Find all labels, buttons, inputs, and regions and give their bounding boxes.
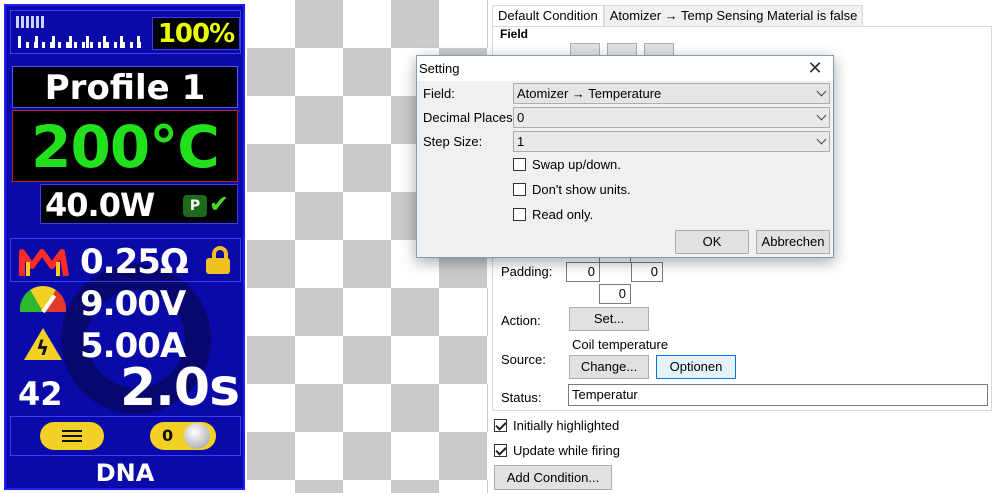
- add-condition-button[interactable]: Add Condition...: [494, 465, 612, 490]
- toggle-knob: [184, 423, 210, 449]
- decimal-places-value: 0: [517, 110, 525, 125]
- ok-button[interactable]: OK: [675, 230, 749, 254]
- decimal-places-select[interactable]: 0: [513, 107, 830, 128]
- padding-bottom-input[interactable]: 0: [599, 284, 631, 304]
- device-preview[interactable]: 100% Profile 1 200°C 40.0W P ✔ 0.25Ω 9.0…: [4, 4, 245, 490]
- chevron-down-icon: [816, 134, 827, 145]
- padding-label: Padding:: [501, 264, 553, 279]
- lock-open-icon: [204, 244, 234, 276]
- step-size-label: Step Size:: [423, 134, 483, 149]
- voltage-readout: 9.00V: [80, 284, 186, 324]
- menu-icon[interactable]: [40, 422, 104, 450]
- checkbox-box[interactable]: [513, 158, 526, 171]
- battery-ruler: [18, 36, 146, 48]
- condition-tabs: Default Condition Atomizer → Temp Sensin…: [492, 5, 864, 27]
- battery-percent: 100%: [152, 17, 240, 50]
- checkbox-box[interactable]: [513, 183, 526, 196]
- change-source-button[interactable]: Change...: [569, 355, 649, 379]
- temperature-readout: 200°C: [12, 110, 238, 182]
- setting-dialog: Setting ✕ Field: Atomizer → Temperature …: [416, 55, 834, 258]
- options-button[interactable]: Optionen: [656, 355, 736, 379]
- profile-name: Profile 1: [12, 66, 238, 108]
- gauge-icon: [20, 286, 66, 312]
- status-input[interactable]: Temperatur: [568, 384, 988, 406]
- field-label: Field:: [423, 86, 455, 101]
- field-select-value: Atomizer → Temperature: [517, 86, 662, 101]
- chevron-down-icon: [816, 110, 827, 121]
- check-icon: ✔: [209, 190, 230, 218]
- brand-label: DNA: [95, 459, 155, 487]
- toggle-icon[interactable]: 0: [150, 422, 216, 450]
- initially-highlighted-checkbox[interactable]: Initially highlighted: [494, 418, 619, 433]
- wattage-readout: 40.0W: [45, 186, 155, 224]
- read-only-label: Read only.: [532, 207, 594, 222]
- update-while-firing-label: Update while firing: [513, 443, 620, 458]
- checkbox-box[interactable]: [494, 444, 507, 457]
- dont-show-units-checkbox[interactable]: Don't show units.: [513, 182, 631, 197]
- source-name: Coil temperature: [572, 337, 669, 352]
- dont-show-units-label: Don't show units.: [532, 182, 631, 197]
- field-select[interactable]: Atomizer → Temperature: [513, 83, 830, 104]
- cancel-button[interactable]: Abbrechen: [756, 230, 830, 254]
- field-heading: Field: [500, 27, 529, 41]
- padding-right-input[interactable]: 0: [631, 262, 663, 282]
- preheat-icon: P: [183, 195, 207, 217]
- chevron-down-icon: [816, 86, 827, 97]
- resistance-readout: 0.25Ω: [80, 242, 189, 282]
- padding-left-input[interactable]: 0: [566, 262, 600, 282]
- source-label: Source:: [501, 352, 546, 367]
- tab-default-condition[interactable]: Default Condition: [492, 5, 604, 27]
- dialog-titlebar[interactable]: Setting ✕: [417, 56, 833, 81]
- status-label: Status:: [501, 390, 542, 405]
- read-only-checkbox[interactable]: Read only.: [513, 207, 593, 222]
- decimal-places-label: Decimal Places:: [423, 110, 517, 125]
- battery-bars-icon: [16, 16, 44, 28]
- update-while-firing-checkbox[interactable]: Update while firing: [494, 443, 620, 458]
- dialog-title: Setting: [419, 61, 460, 76]
- puff-count: 42: [18, 375, 63, 413]
- set-action-button[interactable]: Set...: [569, 307, 649, 331]
- wattage-row: 40.0W P ✔: [40, 184, 238, 224]
- puff-timer: 2.0s: [120, 358, 240, 418]
- swap-updown-label: Swap up/down.: [532, 157, 621, 172]
- tab-temp-sensing-condition[interactable]: Atomizer → Temp Sensing Material is fals…: [603, 5, 864, 27]
- initially-highlighted-label: Initially highlighted: [513, 418, 620, 433]
- step-size-value: 1: [517, 134, 525, 149]
- swap-updown-checkbox[interactable]: Swap up/down.: [513, 157, 621, 172]
- action-label: Action:: [501, 313, 541, 328]
- close-icon[interactable]: ✕: [805, 58, 825, 78]
- checkbox-box[interactable]: [494, 419, 507, 432]
- checkbox-box[interactable]: [513, 208, 526, 221]
- step-size-select[interactable]: 1: [513, 131, 830, 152]
- toggle-value: 0: [162, 426, 174, 445]
- coil-icon: [18, 246, 70, 280]
- warning-icon: [24, 328, 62, 360]
